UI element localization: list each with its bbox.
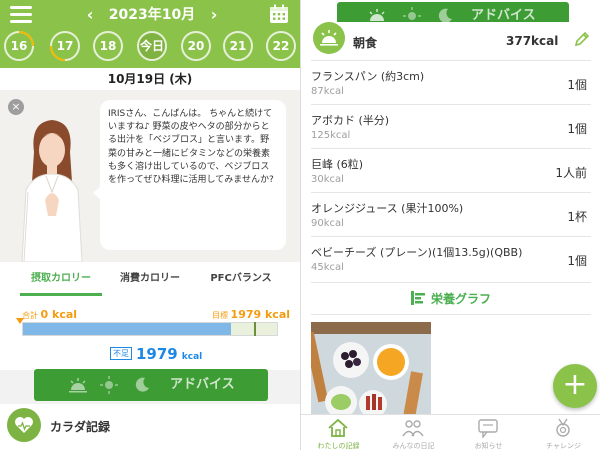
bottom-navigation: わたしの記録 みんなの日記 お知らせ チャレンジ <box>301 414 600 450</box>
deficit-value: 1979 <box>136 345 178 363</box>
body-record-label: カラダ記録 <box>50 420 111 434</box>
food-item[interactable]: ベビーチーズ (プレーン)(1個13.5g)(QBB) 45kcal 1個 <box>301 242 600 286</box>
home-icon <box>328 418 348 437</box>
sunrise-icon <box>313 22 345 54</box>
food-quantity: 1個 <box>567 78 587 92</box>
nav-challenge[interactable]: チャレンジ <box>526 415 600 450</box>
pencil-icon[interactable] <box>573 30 591 48</box>
chat-icon <box>478 419 498 438</box>
divider <box>311 314 591 315</box>
advice-button[interactable]: アドバイス <box>34 369 268 401</box>
divider <box>311 148 591 149</box>
right-screen: アドバイス 朝食 377kcal フランスパン (約3cm) 87kcal 1個 <box>300 0 600 450</box>
tab-intake-calories[interactable]: 摂取カロリー <box>20 262 102 296</box>
food-kcal: 125kcal <box>311 130 351 141</box>
target-label: 目標 1979 kcal <box>212 308 290 321</box>
nav-label: チャレンジ <box>546 442 581 450</box>
selected-date: 10月19日 (木) <box>0 68 300 90</box>
advice-panel: × IRISさん、こんばんは。 ちゃんと続けていますね♪ 野菜の皮やヘタの部分か… <box>0 90 300 262</box>
food-name: オレンジジュース (果汁100%) <box>311 202 464 215</box>
day-label-today: 今日 <box>139 39 164 53</box>
day-label: 18 <box>99 39 117 53</box>
food-kcal: 90kcal <box>311 218 344 229</box>
total-label: 合計 0 kcal <box>22 308 77 321</box>
day-label: 22 <box>272 39 290 53</box>
tab-pfc-balance[interactable]: PFCバランス <box>196 262 286 296</box>
divider <box>311 104 591 105</box>
divider <box>311 282 591 283</box>
target-label-text: 目標 <box>212 311 228 320</box>
nav-label: みんなの日記 <box>392 442 435 450</box>
sun-icon <box>100 376 118 394</box>
divider <box>311 60 591 61</box>
food-quantity: 1人前 <box>555 166 587 180</box>
heart-icon <box>7 408 41 442</box>
nav-label: わたしの記録 <box>317 442 360 450</box>
prev-month-chevron-icon[interactable]: ‹ <box>82 4 98 26</box>
moon-icon <box>135 377 149 392</box>
food-kcal: 45kcal <box>311 262 344 273</box>
advisor-illustration <box>21 120 83 262</box>
intake-summary: 合計 0 kcal 目標 1979 kcal 不足 1979 kcal <box>0 296 300 370</box>
people-icon <box>402 420 424 437</box>
top-bar: ‹ 2023年10月 › 16 17 18 今日 20 21 22 <box>0 0 300 68</box>
nav-my-records[interactable]: わたしの記録 <box>301 415 376 450</box>
calendar-icon[interactable] <box>269 4 289 24</box>
nutrition-graph-label: 栄養グラフ <box>431 292 492 306</box>
menu-icon[interactable] <box>10 6 32 24</box>
food-name: フランスパン (約3cm) <box>311 70 425 83</box>
day-button[interactable]: 16 <box>4 31 34 61</box>
day-button[interactable]: 18 <box>93 31 123 61</box>
food-quantity: 1個 <box>567 254 587 268</box>
deficit-tag: 不足 <box>110 347 132 360</box>
week-day-strip: 16 17 18 19 今日 20 21 <box>0 31 300 65</box>
meal-kcal: 377kcal <box>506 34 559 48</box>
target-marker <box>254 322 256 336</box>
medal-icon <box>556 418 570 437</box>
total-label-text: 合計 <box>22 311 38 320</box>
add-button[interactable]: + <box>553 364 597 408</box>
total-value: 0 kcal <box>40 308 78 321</box>
meal-name: 朝食 <box>353 36 378 50</box>
bar-chart-icon <box>411 291 425 305</box>
nav-label: お知らせ <box>474 442 503 450</box>
food-name: アボカド (半分) <box>311 114 390 127</box>
meal-photo[interactable] <box>311 322 431 418</box>
body-record-row[interactable]: カラダ記録 <box>0 404 300 450</box>
breakfast-header: 朝食 377kcal <box>301 22 600 60</box>
nav-everyone-diary[interactable]: みんなの日記 <box>376 415 451 450</box>
month-navigator: ‹ 2023年10月 › <box>82 4 222 26</box>
day-button[interactable]: 21 <box>223 31 253 61</box>
advice-bubble: IRISさん、こんばんは。 ちゃんと続けていますね♪ 野菜の皮やヘタの部分からと… <box>93 100 286 250</box>
day-label: 20 <box>187 39 205 53</box>
target-value: 1979 kcal <box>230 308 291 321</box>
sunrise-icon <box>69 378 87 393</box>
food-kcal: 87kcal <box>311 86 344 97</box>
intake-progress-bar <box>22 322 278 336</box>
divider <box>311 192 591 193</box>
deficit-unit: kcal <box>181 352 203 362</box>
food-name: ベビーチーズ (プレーン)(1個13.5g)(QBB) <box>311 246 523 259</box>
nav-notifications[interactable]: お知らせ <box>451 415 526 450</box>
tab-burned-calories[interactable]: 消費カロリー <box>108 262 192 296</box>
day-label: 21 <box>229 39 247 53</box>
intake-progress-fill <box>23 323 231 335</box>
advice-button-label: アドバイス <box>170 377 235 392</box>
divider <box>311 236 591 237</box>
deficit-readout: 不足 1979 kcal <box>110 345 202 363</box>
food-kcal: 30kcal <box>311 174 344 185</box>
day-button[interactable]: 19 今日 <box>137 31 167 61</box>
day-button[interactable]: 17 <box>50 31 80 61</box>
next-month-chevron-icon[interactable]: › <box>206 4 222 26</box>
left-screen: ‹ 2023年10月 › 16 17 18 今日 20 21 22 10月19日… <box>0 0 300 450</box>
food-name: 巨峰 (6粒) <box>311 158 364 171</box>
food-quantity: 1個 <box>567 122 587 136</box>
month-label: 2023年10月 <box>108 7 196 23</box>
day-button[interactable]: 22 <box>266 31 296 61</box>
day-button[interactable]: 20 <box>181 31 211 61</box>
calorie-tabs: 摂取カロリー 消費カロリー PFCバランス <box>0 262 300 296</box>
food-quantity: 1杯 <box>567 210 587 224</box>
